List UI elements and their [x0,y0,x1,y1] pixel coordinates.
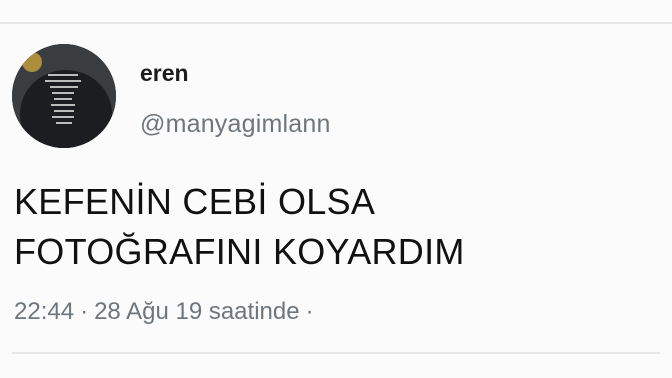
tweet-meta: 22:44 · 28 Ağu 19 saatinde · [14,298,320,326]
display-name[interactable]: eren [140,60,189,87]
user-handle[interactable]: @manyagimlann [140,110,331,139]
meta-trailing-separator: · [305,298,314,325]
tweet-text-line-1: KEFENİN CEBİ OLSA [14,181,376,222]
bottom-divider [12,352,660,354]
avatar-image [12,44,116,148]
tweet-time[interactable]: 22:44 [14,298,74,326]
top-divider [0,22,672,24]
tweet-text-line-2: FOTOĞRAFINI KOYARDIM [14,231,465,272]
tweet-date[interactable]: 28 Ağu 19 saatinde [94,298,300,326]
tweet-text: KEFENİN CEBİ OLSA FOTOĞRAFINI KOYARDIM [14,177,654,277]
meta-separator: · [80,298,89,325]
tweet-screenshot: eren @manyagimlann KEFENİN CEBİ OLSA FOT… [0,0,672,378]
avatar[interactable] [12,44,116,148]
